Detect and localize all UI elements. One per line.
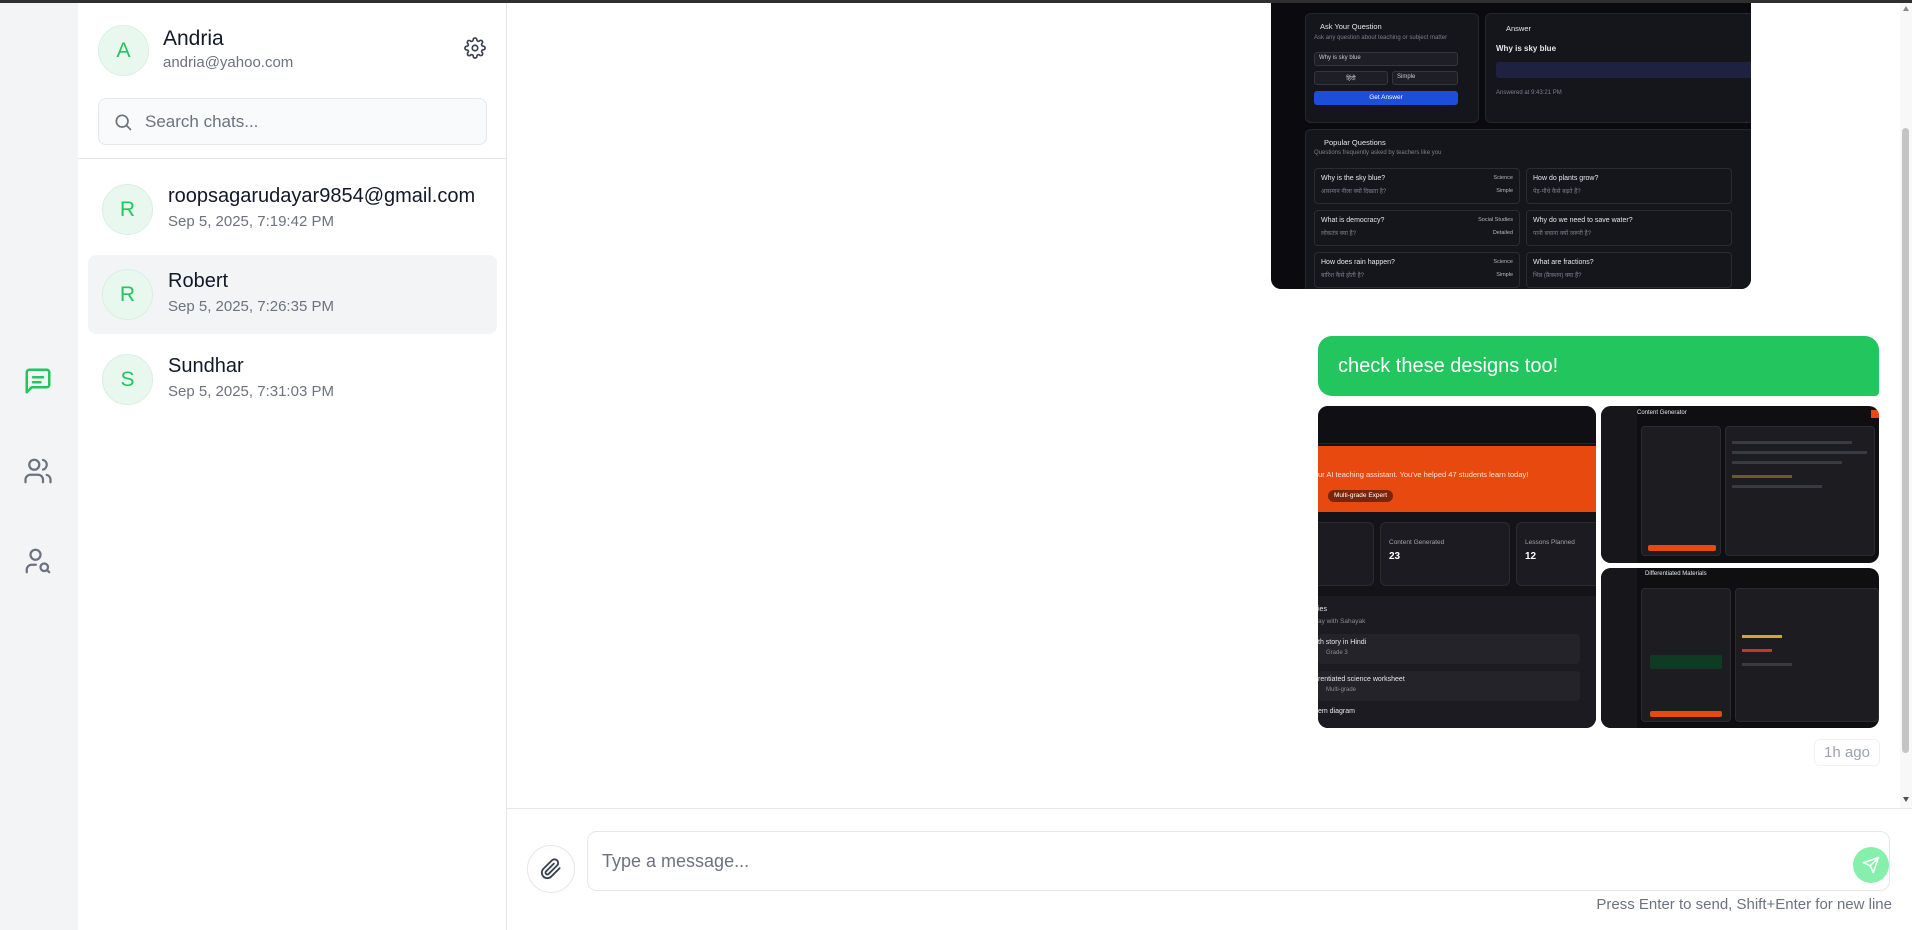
popular-question: How do plants grow? पेड़-पौधे कैसे बढ़ते … [1526, 168, 1732, 204]
find-user-nav-button[interactable] [21, 544, 55, 578]
chat-list-sidebar: A Andria andria@yahoo.com R roopsagaruda… [78, 3, 507, 930]
search-input[interactable] [145, 111, 465, 132]
icon-rail [0, 3, 78, 930]
answer-text-preview [1496, 62, 1751, 78]
contact-name: Robert [168, 270, 229, 292]
answer-time: Answered at 9:43:21 PM [1496, 90, 1562, 96]
popular-title: Popular Questions [1324, 138, 1386, 147]
popular-question: Why is the sky blue? आसमान नीला क्यों दिख… [1314, 168, 1520, 204]
chat-icon [25, 368, 51, 394]
contact-avatar: S [102, 354, 153, 405]
popular-question: How does rain happen? बारिश कैसे होती है?… [1314, 252, 1520, 288]
contact-name: Sundhar [168, 355, 244, 377]
gear-icon [464, 37, 486, 59]
paperclip-icon [540, 858, 561, 880]
chat-list-item-active[interactable]: R Robert Sep 5, 2025, 7:26:35 PM [88, 255, 497, 334]
send-button[interactable] [1853, 847, 1889, 883]
contacts-nav-button[interactable] [21, 454, 55, 488]
user-avatar: A [98, 25, 149, 76]
user-name: Andria [163, 27, 224, 50]
stat-card-content: Content Generated 23 [1380, 522, 1510, 586]
message-composer: Press Enter to send, Shift+Enter for new… [507, 808, 1912, 930]
popular-question: Why do we need to save water? पानी बचाना … [1526, 210, 1732, 246]
message-list: Ask Your Question Ask any question about… [507, 3, 1900, 808]
contact-name: roopsagarudayar9854@gmail.com [168, 185, 476, 207]
last-message-time: Sep 5, 2025, 7:19:42 PM [168, 213, 334, 230]
popular-question: What are fractions? भिन्न (फ्रैक्शन) क्या… [1526, 252, 1732, 288]
contact-avatar: R [102, 184, 153, 235]
ask-title: Ask Your Question [1320, 22, 1382, 31]
user-search-icon [25, 548, 51, 574]
stat-card [1318, 522, 1374, 586]
image-attachment-content-generator[interactable]: Content Generator [1601, 406, 1879, 563]
settings-button[interactable] [464, 37, 490, 63]
activity-list: ies ay with Sahayak th story in Hindi Gr… [1318, 596, 1596, 728]
message-timestamp: 1h ago [1814, 739, 1880, 766]
image-attachment-dashboard[interactable]: ur AI teaching assistant. You've helped … [1318, 406, 1596, 728]
composer-hint: Press Enter to send, Shift+Enter for new… [1596, 896, 1892, 913]
dashboard-banner: ur AI teaching assistant. You've helped … [1318, 446, 1596, 512]
ask-question-card: Ask Your Question Ask any question about… [1305, 13, 1479, 123]
user-profile: A Andria andria@yahoo.com [98, 23, 488, 79]
chats-nav-button[interactable] [21, 364, 55, 398]
search-icon [115, 114, 132, 130]
last-message-time: Sep 5, 2025, 7:26:35 PM [168, 298, 334, 315]
outgoing-message-bubble: check these designs too! [1318, 336, 1879, 396]
message-scrollbar[interactable] [1900, 3, 1912, 808]
users-icon [24, 458, 52, 484]
conversation-panel: Ask Your Question Ask any question about… [507, 3, 1912, 930]
ask-subtitle: Ask any question about teaching or subje… [1314, 35, 1448, 41]
language-select-preview: हिंदी [1314, 71, 1388, 85]
search-box [98, 98, 487, 145]
mode-select-preview: Simple [1392, 71, 1458, 85]
chat-list-item[interactable]: R roopsagarudayar9854@gmail.com Sep 5, 2… [88, 170, 497, 249]
ask-input-preview: Why is sky blue [1314, 52, 1458, 66]
chat-list-item[interactable]: S Sundhar Sep 5, 2025, 7:31:03 PM [88, 340, 497, 419]
scroll-down-arrow-icon[interactable] [1902, 795, 1910, 803]
popular-subtitle: Questions frequently asked by teachers l… [1314, 150, 1442, 156]
image-attachment-qa-design[interactable]: Ask Your Question Ask any question about… [1271, 3, 1751, 289]
get-answer-preview: Get Answer [1314, 91, 1458, 105]
popular-question: What is democracy? लोकतंत्र क्या है? Soci… [1314, 210, 1520, 246]
stat-card-lessons: Lessons Planned 12 [1516, 522, 1596, 586]
user-email: andria@yahoo.com [163, 54, 294, 71]
answer-card: Answer Why is sky blue Answered at 9:43:… [1485, 13, 1751, 123]
send-icon [1862, 856, 1880, 874]
sidebar-divider [78, 158, 507, 159]
attach-button[interactable] [527, 845, 575, 893]
answer-title: Answer [1506, 24, 1532, 33]
scrollbar-thumb[interactable] [1902, 128, 1909, 753]
popular-questions-card: Popular Questions Questions frequently a… [1305, 129, 1751, 289]
last-message-time: Sep 5, 2025, 7:31:03 PM [168, 383, 334, 400]
message-input[interactable] [587, 831, 1890, 891]
scroll-up-arrow-icon[interactable] [1902, 5, 1910, 13]
image-attachment-differentiated-materials[interactable]: Differentiated Materials [1601, 568, 1879, 728]
contact-avatar: R [102, 269, 153, 320]
answer-question: Why is sky blue [1496, 44, 1557, 53]
